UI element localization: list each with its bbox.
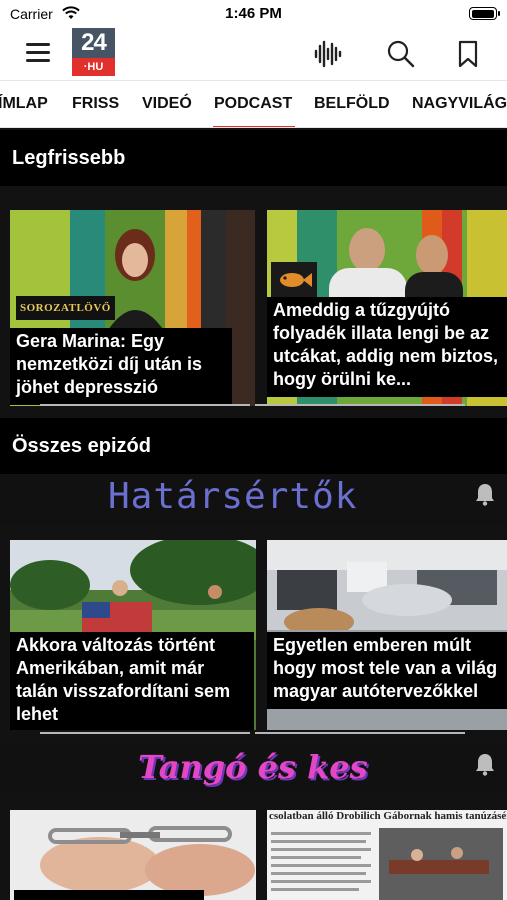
all-episodes-header: Összes epizód <box>0 418 507 474</box>
hamburger-icon[interactable] <box>26 43 50 63</box>
series-badge <box>271 262 317 298</box>
episode-title: Egyetlen emberen múlt hogy most tele van… <box>267 632 507 709</box>
episode-card[interactable] <box>10 810 256 900</box>
logo-number: 24 <box>72 28 115 58</box>
tab-podcast[interactable]: PODCAST <box>214 95 292 113</box>
site-logo[interactable]: 24 ·HU <box>72 28 115 76</box>
divider <box>40 404 250 406</box>
app-header: 24 ·HU <box>0 28 507 80</box>
latest-title: Legfrissebb <box>12 147 126 169</box>
waveform-icon[interactable] <box>312 38 344 70</box>
series-badge: SOROZATLÖVŐ <box>16 296 115 320</box>
episode-title: Ameddig a tűzgyújtó folyadék illata leng… <box>267 297 507 397</box>
show-header-tango[interactable]: Tangó és kes <box>0 744 507 794</box>
show-name: Határsértők <box>108 476 358 517</box>
category-tabs: ÍMLAP FRISS VIDEÓ PODCAST BELFÖLD NAGYVI… <box>0 80 507 128</box>
bookmark-icon[interactable] <box>452 38 484 70</box>
active-tab-indicator <box>213 126 295 127</box>
latest-card-2[interactable]: Ameddig a tűzgyújtó folyadék illata leng… <box>267 210 507 406</box>
bell-icon[interactable] <box>474 752 496 776</box>
fish-icon <box>280 273 312 287</box>
divider <box>40 732 250 734</box>
episode-title: Akkora változás történt Amerikában, amit… <box>10 632 254 730</box>
divider <box>255 732 465 734</box>
episode-thumbnail <box>10 810 256 900</box>
clock: 1:46 PM <box>225 5 282 22</box>
show-name: Tangó és kes <box>138 748 368 786</box>
episode-title: Gera Marina: Egy nemzetközi díj után is … <box>10 328 232 405</box>
tab-nagyvilag[interactable]: NAGYVILÁG <box>412 95 507 113</box>
episode-thumbnail <box>267 810 507 900</box>
latest-header: Legfrissebb <box>0 130 507 186</box>
tab-belfold[interactable]: BELFÖLD <box>314 95 390 113</box>
logo-domain: ·HU <box>72 58 115 76</box>
bell-icon[interactable] <box>474 482 496 506</box>
battery-icon <box>469 7 500 20</box>
latest-card-1[interactable]: SOROZATLÖVŐ Gera Marina: Egy nemzetközi … <box>10 210 255 406</box>
tab-video[interactable]: VIDEÓ <box>142 95 192 113</box>
episode-card[interactable]: Egyetlen emberen múlt hogy most tele van… <box>267 540 507 730</box>
status-bar: Carrier 1:46 PM <box>0 0 507 28</box>
episode-card[interactable]: csolatban álló Drobilich Gábornak hamis … <box>267 810 507 900</box>
show-header-hatarsertok[interactable]: Határsértők <box>0 474 507 524</box>
tab-friss[interactable]: FRISS <box>72 95 119 113</box>
episode-card[interactable]: Akkora változás történt Amerikában, amit… <box>10 540 256 730</box>
all-episodes-title: Összes epizód <box>12 435 151 457</box>
clipping-headline: csolatban álló Drobilich Gábornak hamis … <box>269 810 507 822</box>
tab-fooldal[interactable]: ÍMLAP <box>0 95 48 113</box>
divider <box>255 404 465 406</box>
search-icon[interactable] <box>385 38 417 70</box>
